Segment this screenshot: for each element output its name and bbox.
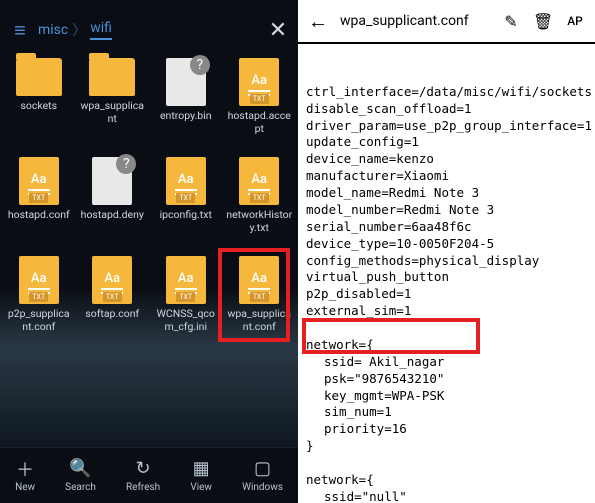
- editor-line: ssid= Akil_nagar: [306, 354, 587, 371]
- edit-icon[interactable]: ✎: [501, 12, 521, 31]
- text-editor-pane: ← wpa_supplicant.conf ✎ 🗑 AP ctrl_interf…: [298, 0, 595, 503]
- view-button[interactable]: ▦ View: [190, 459, 212, 493]
- editor-line: driver_param=use_p2p_group_interface=1: [306, 118, 587, 135]
- file-label: hostapd.deny: [81, 209, 144, 222]
- file-label: p2p_supplicant.conf: [6, 308, 72, 333]
- editor-line: disable_scan_offload=1: [306, 101, 587, 118]
- font-button[interactable]: AP: [565, 14, 585, 28]
- folder-icon: [89, 58, 135, 96]
- top-bar: ≡ misc 〉 wifi ✕: [0, 10, 298, 50]
- menu-icon[interactable]: ≡: [8, 18, 32, 43]
- file-label: hostapd.conf: [8, 209, 70, 222]
- editor-line: psk="9876543210": [306, 371, 587, 388]
- editor-header: ← wpa_supplicant.conf ✎ 🗑 AP: [298, 0, 595, 44]
- file-item[interactable]: AaTXT networkHistory.txt: [225, 157, 295, 252]
- breadcrumb-current[interactable]: wifi: [90, 20, 112, 40]
- file-label: wpa_supplicant: [79, 100, 145, 125]
- file-label: entropy.bin: [160, 110, 212, 123]
- editor-title: wpa_supplicant.conf: [340, 13, 489, 29]
- file-label: softap.conf: [85, 308, 139, 321]
- file-label: hostapd.accept: [226, 110, 292, 135]
- txt-file-icon: AaTXT: [239, 256, 279, 304]
- file-icon: ?: [166, 58, 206, 106]
- new-button[interactable]: ＋ New: [15, 459, 35, 493]
- windows-icon: ▢: [254, 459, 271, 479]
- file-item[interactable]: wpa_supplicant: [78, 58, 148, 153]
- txt-file-icon: AaTXT: [92, 256, 132, 304]
- windows-button[interactable]: ▢ Windows: [242, 459, 283, 493]
- close-icon[interactable]: ✕: [266, 18, 290, 43]
- plus-icon: ＋: [16, 459, 34, 479]
- file-label: sockets: [20, 100, 57, 113]
- editor-line: update_config=1: [306, 134, 587, 151]
- editor-line: virtual_push_button: [306, 269, 587, 286]
- file-grid: sockets wpa_supplicant? entropy.bin AaTXT ho…: [0, 50, 298, 447]
- editor-line: manufacturer=Xiaomi: [306, 168, 587, 185]
- file-item[interactable]: AaTXT ipconfig.txt: [151, 157, 221, 252]
- file-label: networkHistory.txt: [226, 209, 292, 234]
- editor-body[interactable]: ctrl_interface=/data/misc/wifi/socketsdi…: [298, 44, 595, 503]
- back-icon[interactable]: ←: [308, 9, 328, 34]
- file-item[interactable]: ? entropy.bin: [151, 58, 221, 153]
- folder-icon: [16, 58, 62, 96]
- chevron-right-icon: 〉: [72, 20, 86, 40]
- txt-file-icon: AaTXT: [239, 58, 279, 106]
- editor-line: sim_num=1: [306, 404, 587, 421]
- file-label: WCNSS_qcom_cfg.ini: [153, 308, 219, 333]
- unknown-icon: ?: [116, 154, 136, 174]
- txt-file-icon: AaTXT: [166, 256, 206, 304]
- editor-line: serial_number=6aa48f6c: [306, 219, 587, 236]
- editor-line: priority=16: [306, 421, 587, 438]
- editor-line: network={: [306, 472, 587, 489]
- file-browser-pane: ≡ misc 〉 wifi ✕ sockets wpa_supplicant? en…: [0, 0, 298, 503]
- editor-line: [306, 320, 587, 337]
- editor-line: model_number=Redmi Note 3: [306, 202, 587, 219]
- file-item[interactable]: AaTXT p2p_supplicant.conf: [4, 256, 74, 351]
- grid-icon: ▦: [193, 459, 210, 479]
- file-label: ipconfig.txt: [160, 209, 212, 222]
- editor-line: config_methods=physical_display: [306, 253, 587, 270]
- file-item[interactable]: sockets: [4, 58, 74, 153]
- refresh-button[interactable]: ↻ Refresh: [126, 459, 160, 493]
- trash-icon[interactable]: 🗑: [533, 12, 553, 31]
- file-item[interactable]: AaTXT hostapd.accept: [225, 58, 295, 153]
- editor-line: model_name=Redmi Note 3: [306, 185, 587, 202]
- txt-file-icon: AaTXT: [19, 157, 59, 205]
- editor-line: ssid="null": [306, 489, 587, 503]
- refresh-icon: ↻: [136, 459, 151, 479]
- editor-line: external_sim=1: [306, 303, 587, 320]
- editor-line: device_name=kenzo: [306, 151, 587, 168]
- file-item[interactable]: AaTXT WCNSS_qcom_cfg.ini: [151, 256, 221, 351]
- breadcrumb-parent[interactable]: misc: [38, 22, 68, 38]
- file-icon: ?: [92, 157, 132, 205]
- txt-file-icon: AaTXT: [166, 157, 206, 205]
- breadcrumb: misc 〉 wifi: [38, 20, 260, 40]
- search-icon: 🔍: [69, 459, 91, 479]
- editor-line: device_type=10-0050F204-5: [306, 236, 587, 253]
- file-item[interactable]: AaTXT wpa_supplicant.conf: [225, 256, 295, 351]
- editor-line: }: [306, 438, 587, 455]
- txt-file-icon: AaTXT: [239, 157, 279, 205]
- editor-line: p2p_disabled=1: [306, 286, 587, 303]
- file-label: wpa_supplicant.conf: [226, 308, 292, 333]
- editor-line: key_mgmt=WPA-PSK: [306, 388, 587, 405]
- file-item[interactable]: ? hostapd.deny: [78, 157, 148, 252]
- editor-line: network={: [306, 337, 587, 354]
- bottom-toolbar: ＋ New 🔍 Search ↻ Refresh ▦ View ▢ Window…: [0, 447, 298, 503]
- editor-line: ctrl_interface=/data/misc/wifi/sockets: [306, 84, 587, 101]
- file-item[interactable]: AaTXT softap.conf: [78, 256, 148, 351]
- txt-file-icon: AaTXT: [19, 256, 59, 304]
- file-item[interactable]: AaTXT hostapd.conf: [4, 157, 74, 252]
- status-bar: [0, 0, 298, 10]
- editor-line: [306, 455, 587, 472]
- search-button[interactable]: 🔍 Search: [65, 459, 96, 493]
- unknown-icon: ?: [190, 55, 210, 75]
